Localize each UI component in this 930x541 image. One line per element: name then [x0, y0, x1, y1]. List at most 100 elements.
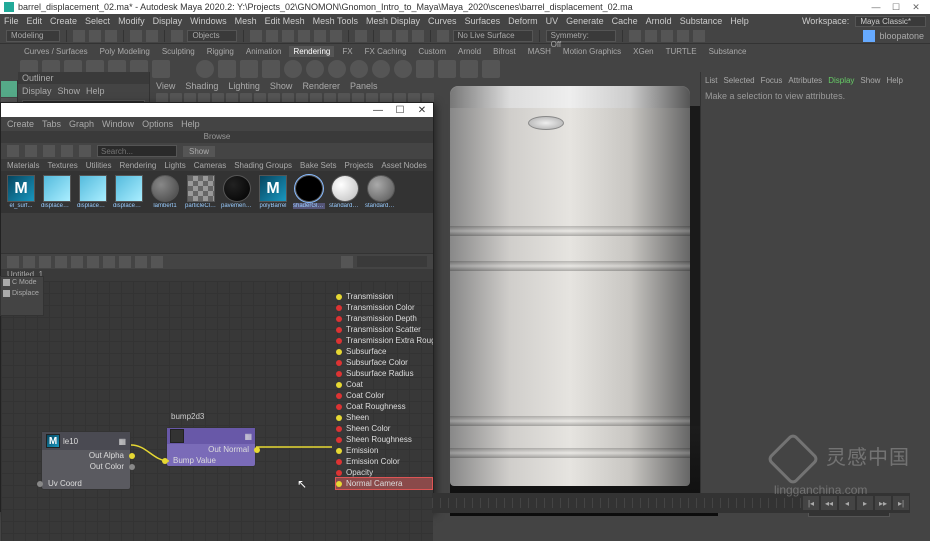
shader-attr-coat-color[interactable]: Coat Color — [336, 390, 432, 401]
attr-editor-icon[interactable] — [693, 30, 705, 42]
layer-cmode[interactable]: C Mode — [12, 279, 37, 286]
hs-minimize-button[interactable]: — — [371, 105, 385, 116]
menu-edit[interactable]: Edit — [27, 16, 43, 26]
workspace-dropdown[interactable]: Maya Classic* — [855, 16, 926, 27]
swatch-item[interactable]: displaceme... — [113, 175, 145, 209]
hs-tab-shadinggroups[interactable]: Shading Groups — [234, 161, 292, 170]
swatch-item[interactable]: MpolyBarrel — [257, 175, 289, 209]
vp-menu-shading[interactable]: Shading — [185, 81, 218, 91]
snap-view-icon[interactable] — [314, 30, 326, 42]
shelf-material-yellow-icon[interactable] — [306, 60, 324, 78]
graph-add-icon[interactable] — [71, 256, 83, 268]
tool-settings-icon[interactable] — [677, 30, 689, 42]
graph-filter-dropdown[interactable] — [357, 256, 427, 267]
ch-box-icon[interactable] — [661, 30, 673, 42]
swatch-item[interactable]: displaceme... — [41, 175, 73, 209]
hypershade-graph[interactable]: Mle10▦ Out Alpha Out Color Uv Coord bump… — [1, 281, 433, 541]
menu-meshdisplay[interactable]: Mesh Display — [366, 16, 420, 26]
shelf-material-white-icon[interactable] — [350, 60, 368, 78]
shelf-icon[interactable] — [240, 60, 258, 78]
save-scene-icon[interactable] — [105, 30, 117, 42]
panel-layout-icon[interactable] — [645, 30, 657, 42]
shelf-tab-poly[interactable]: Poly Modeling — [96, 46, 154, 57]
hs-tab-materials[interactable]: Materials — [7, 161, 39, 170]
checkbox-icon[interactable] — [3, 290, 10, 297]
ae-tab-list[interactable]: List — [705, 76, 717, 85]
graph-grid-icon[interactable] — [341, 256, 353, 268]
hs-thumb-small-icon[interactable] — [25, 145, 37, 157]
graph-rearrange-icon[interactable] — [23, 256, 35, 268]
shelf-material-grey-icon[interactable] — [394, 60, 412, 78]
hs-thumb-large-icon[interactable] — [7, 145, 19, 157]
hypershade-titlebar[interactable]: — ☐ ✕ — [1, 103, 433, 117]
ae-tab-display[interactable]: Display — [828, 76, 854, 85]
shelf-tab-rigging[interactable]: Rigging — [203, 46, 238, 57]
graph-mat-icon[interactable] — [151, 256, 163, 268]
graph-show-icon[interactable] — [103, 256, 115, 268]
menuset-dropdown[interactable]: Modeling — [6, 30, 60, 42]
shelf-tab-curves[interactable]: Curves / Surfaces — [20, 46, 92, 57]
hs-sort-icon[interactable] — [61, 145, 73, 157]
menu-meshtools[interactable]: Mesh Tools — [313, 16, 358, 26]
live-surface-dropdown[interactable]: No Live Surface — [453, 30, 533, 42]
shelf-tab-fxcache[interactable]: FX Caching — [361, 46, 411, 57]
outliner-menu-display[interactable]: Display — [22, 86, 52, 96]
swatch-item[interactable]: Mel_surf... — [5, 175, 37, 209]
port-bump-value[interactable]: Bump Value — [167, 455, 255, 466]
shader-attr-transmission[interactable]: Transmission — [336, 291, 432, 302]
shelf-material-black-icon[interactable] — [372, 60, 390, 78]
shader-attr-subsurface[interactable]: Subsurface — [336, 346, 432, 357]
window-close-button[interactable]: ✕ — [906, 2, 926, 13]
shelf-tab-fx[interactable]: FX — [338, 46, 356, 57]
hs-menu-window[interactable]: Window — [102, 119, 134, 129]
hs-tab-assetnodes[interactable]: Asset Nodes — [381, 161, 426, 170]
shelf-tab-mograph[interactable]: Motion Graphics — [559, 46, 625, 57]
graph-input-icon[interactable] — [39, 256, 51, 268]
ae-tab-attributes[interactable]: Attributes — [788, 76, 822, 85]
shader-attr-transmission-color[interactable]: Transmission Color — [336, 302, 432, 313]
shelf-material-red-icon[interactable] — [284, 60, 302, 78]
shelf-light-icon[interactable] — [174, 60, 192, 78]
open-scene-icon[interactable] — [89, 30, 101, 42]
snap-curve-icon[interactable] — [266, 30, 278, 42]
graph-remove-icon[interactable] — [87, 256, 99, 268]
hs-sort2-icon[interactable] — [79, 145, 91, 157]
shader-attr-sheen-roughness[interactable]: Sheen Roughness — [336, 434, 432, 445]
redo-icon[interactable] — [146, 30, 158, 42]
construct-hist-icon[interactable] — [355, 30, 367, 42]
account-icon[interactable] — [863, 30, 875, 42]
ae-tab-help[interactable]: Help — [886, 76, 902, 85]
menu-uv[interactable]: UV — [546, 16, 559, 26]
shader-attr-transmission-depth[interactable]: Transmission Depth — [336, 313, 432, 324]
select-tool[interactable] — [1, 81, 17, 97]
menu-modify[interactable]: Modify — [118, 16, 145, 26]
shader-attr-sheen[interactable]: Sheen — [336, 412, 432, 423]
menu-substance[interactable]: Substance — [680, 16, 723, 26]
shader-attr-transmission-extra-roughnes[interactable]: Transmission Extra Roughnes — [336, 335, 432, 346]
shelf-light-icon[interactable] — [196, 60, 214, 78]
shelf-icon[interactable] — [218, 60, 236, 78]
menu-help[interactable]: Help — [730, 16, 749, 26]
menu-surfaces[interactable]: Surfaces — [465, 16, 501, 26]
port-out-color[interactable]: Out Color — [42, 461, 130, 472]
shader-attr-coat-roughness[interactable]: Coat Roughness — [336, 401, 432, 412]
menu-deform[interactable]: Deform — [508, 16, 538, 26]
shelf-icon[interactable] — [262, 60, 280, 78]
node-expand-icon[interactable]: ▦ — [118, 437, 126, 446]
graph-output-icon[interactable] — [55, 256, 67, 268]
shader-attr-subsurface-radius[interactable]: Subsurface Radius — [336, 368, 432, 379]
checkbox-icon[interactable] — [3, 279, 10, 286]
hs-menu-create[interactable]: Create — [7, 119, 34, 129]
menu-cache[interactable]: Cache — [612, 16, 638, 26]
hs-show-button[interactable]: Show — [183, 146, 215, 157]
hs-tab-lights[interactable]: Lights — [164, 161, 185, 170]
menu-editmesh[interactable]: Edit Mesh — [265, 16, 305, 26]
shelf-icon[interactable] — [460, 60, 478, 78]
shelf-material-green-icon[interactable] — [328, 60, 346, 78]
snap-grid-icon[interactable] — [250, 30, 262, 42]
swatch-item[interactable]: standardSu... — [329, 175, 361, 209]
shelf-tab-substance[interactable]: Substance — [705, 46, 751, 57]
shelf-icon[interactable] — [152, 60, 170, 78]
hs-tab-textures[interactable]: Textures — [47, 161, 77, 170]
ae-tab-show[interactable]: Show — [860, 76, 880, 85]
